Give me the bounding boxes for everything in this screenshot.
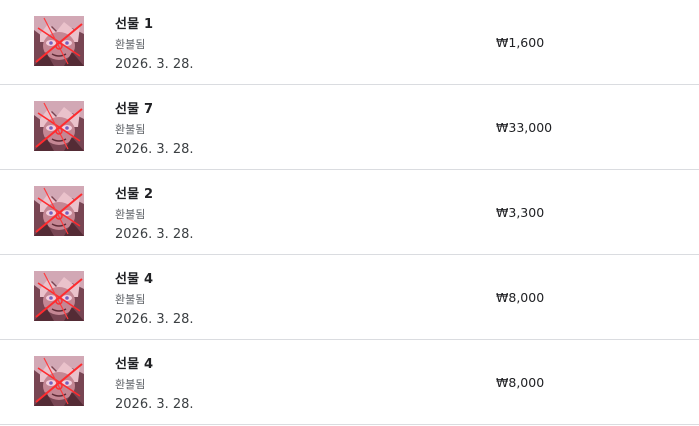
purchase-row[interactable]: 선물 7 환불됨 2026. 3. 28. ₩33,000 [0, 85, 699, 170]
refund-status: 환불됨 [115, 378, 146, 391]
artwork-thumbnail-icon [34, 271, 84, 321]
refund-status: 환불됨 [115, 293, 146, 306]
item-price: ₩1,600 [496, 35, 545, 50]
artwork-thumbnail-icon [34, 101, 84, 151]
item-title: 선물 7 [115, 102, 154, 117]
item-price: ₩8,000 [496, 375, 545, 390]
purchase-date: 2026. 3. 28. [115, 142, 194, 157]
artwork-thumbnail-icon [34, 186, 84, 236]
purchase-date: 2026. 3. 28. [115, 227, 194, 242]
artwork-thumbnail-icon [34, 356, 84, 406]
item-title: 선물 4 [115, 272, 154, 287]
purchase-row[interactable]: 선물 4 환불됨 2026. 3. 28. ₩8,000 [0, 255, 699, 340]
purchase-date: 2026. 3. 28. [115, 397, 194, 412]
artwork-thumbnail-icon [34, 16, 84, 66]
refund-status: 환불됨 [115, 123, 146, 136]
item-price: ₩8,000 [496, 290, 545, 305]
item-price: ₩33,000 [496, 120, 553, 135]
purchase-list: 선물 1 환불됨 2026. 3. 28. ₩1,600 선물 7 환불됨 20… [0, 0, 699, 425]
item-title: 선물 1 [115, 17, 154, 32]
refund-status: 환불됨 [115, 38, 146, 51]
refund-status: 환불됨 [115, 208, 146, 221]
item-title: 선물 2 [115, 187, 154, 202]
item-price: ₩3,300 [496, 205, 545, 220]
purchase-row[interactable]: 선물 2 환불됨 2026. 3. 28. ₩3,300 [0, 170, 699, 255]
purchase-date: 2026. 3. 28. [115, 312, 194, 327]
item-title: 선물 4 [115, 357, 154, 372]
purchase-row[interactable]: 선물 4 환불됨 2026. 3. 28. ₩8,000 [0, 340, 699, 425]
purchase-date: 2026. 3. 28. [115, 57, 194, 72]
purchase-row[interactable]: 선물 1 환불됨 2026. 3. 28. ₩1,600 [0, 0, 699, 85]
